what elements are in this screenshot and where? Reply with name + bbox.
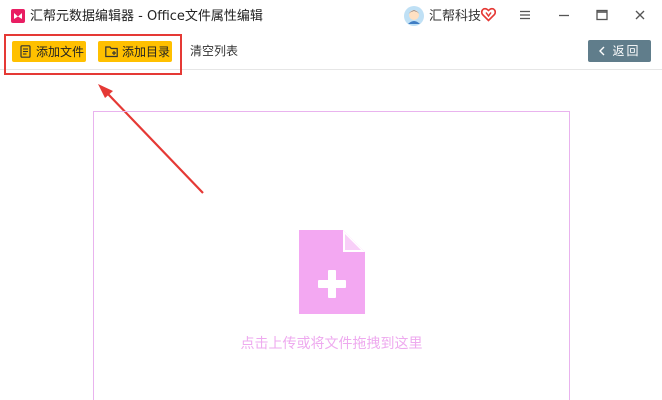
chevron-left-icon bbox=[599, 46, 605, 56]
user-name[interactable]: 汇帮科技 bbox=[429, 8, 481, 25]
file-add-icon bbox=[299, 230, 365, 314]
add-file-label: 添加文件 bbox=[36, 44, 85, 59]
drop-hint-text: 点击上传或将文件拖拽到这里 bbox=[240, 336, 423, 352]
add-file-button[interactable]: 添加文件 bbox=[12, 41, 86, 62]
minimize-button[interactable] bbox=[551, 5, 577, 27]
folder-add-icon bbox=[105, 46, 118, 58]
vip-heart-icon[interactable] bbox=[481, 7, 496, 22]
add-folder-label: 添加目录 bbox=[122, 44, 171, 59]
menu-button[interactable] bbox=[512, 5, 538, 27]
toolbar: 添加文件 添加目录 清空列表 返回 bbox=[0, 33, 662, 70]
back-label: 返回 bbox=[612, 44, 641, 58]
window-title: 汇帮元数据编辑器 - Office文件属性编辑 bbox=[30, 9, 263, 24]
add-folder-button[interactable]: 添加目录 bbox=[98, 41, 172, 62]
title-bar: 汇帮元数据编辑器 - Office文件属性编辑 汇帮科技 bbox=[0, 0, 662, 33]
maximize-icon bbox=[596, 9, 608, 21]
close-icon bbox=[635, 10, 645, 20]
menu-icon bbox=[520, 10, 530, 20]
file-drop-zone[interactable]: 点击上传或将文件拖拽到这里 bbox=[93, 111, 570, 400]
close-button[interactable] bbox=[627, 5, 653, 27]
clear-list-button[interactable]: 清空列表 bbox=[190, 44, 238, 58]
maximize-button[interactable] bbox=[589, 5, 615, 27]
document-icon bbox=[20, 45, 31, 58]
back-button[interactable]: 返回 bbox=[588, 40, 651, 62]
minimize-icon bbox=[559, 14, 569, 17]
app-logo-icon bbox=[11, 9, 25, 23]
user-avatar-icon[interactable] bbox=[404, 6, 424, 26]
